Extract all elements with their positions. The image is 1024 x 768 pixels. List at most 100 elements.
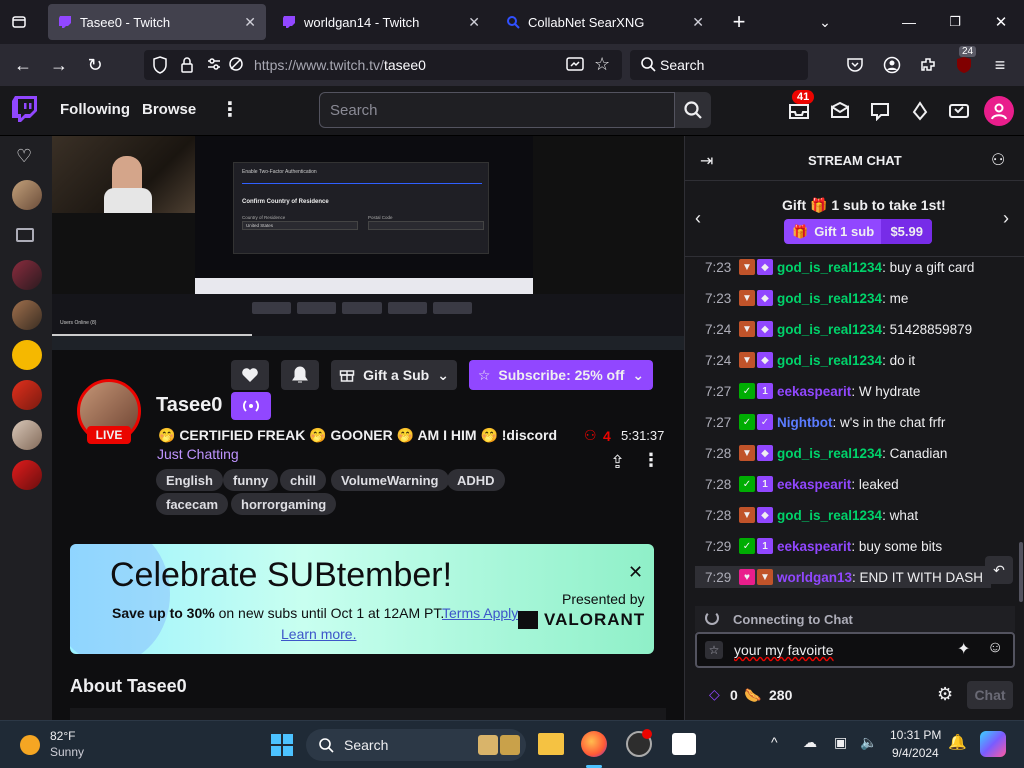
chat-message[interactable]: 7:24 ▼ ◆ god_is_real1234: do it: [705, 349, 915, 371]
channel-avatar[interactable]: [12, 180, 42, 210]
partner-badge-button[interactable]: [231, 392, 271, 420]
browser-search-box[interactable]: Search: [630, 50, 808, 80]
mail-icon[interactable]: [830, 101, 850, 126]
sun-weather-icon[interactable]: [20, 735, 40, 755]
terms-link[interactable]: Terms Apply.: [442, 605, 521, 621]
close-tab-icon[interactable]: ✕: [468, 14, 480, 31]
windows-start-icon[interactable]: [270, 733, 294, 757]
tab-worldgan14[interactable]: worldgan14 - Twitch ✕: [272, 4, 490, 40]
windows-search-box[interactable]: Search: [306, 729, 526, 761]
chat-username[interactable]: eekaspearit: [777, 477, 851, 492]
chat-username[interactable]: eekaspearit: [777, 539, 851, 554]
copilot-icon[interactable]: [980, 731, 1006, 757]
follow-heart-button[interactable]: [231, 360, 269, 390]
weather-desc[interactable]: Sunny: [50, 745, 84, 759]
tag[interactable]: horrorgaming: [231, 493, 337, 515]
category-link[interactable]: Just Chatting: [157, 446, 239, 462]
tracking-blocked-icon[interactable]: [228, 56, 244, 77]
send-chat-button[interactable]: Chat: [967, 681, 1013, 709]
close-tab-icon[interactable]: ✕: [244, 14, 256, 31]
permissions-icon[interactable]: [206, 56, 222, 77]
gift-one-sub-button[interactable]: 🎁 Gift 1 sub $5.99: [784, 219, 932, 244]
chat-input[interactable]: ☆ your my favoirte ✦ ☺: [695, 632, 1015, 668]
collapse-chat-icon[interactable]: ⇥: [700, 151, 713, 171]
share-icon[interactable]: ⇪: [610, 452, 625, 473]
channel-points-star-icon[interactable]: ☆: [705, 641, 723, 659]
reply-icon[interactable]: ↶: [985, 556, 1013, 584]
channel-avatar[interactable]: [12, 420, 42, 450]
channel-avatar[interactable]: [12, 260, 42, 290]
chat-message[interactable]: 7:23 ▼ ◆ god_is_real1234: me: [705, 287, 908, 309]
chevron-right-icon[interactable]: ›: [1003, 208, 1009, 229]
tab-tasee0[interactable]: Tasee0 - Twitch ✕: [48, 4, 266, 40]
browse-link[interactable]: Browse: [142, 101, 196, 118]
prime-crown-icon[interactable]: [948, 101, 970, 126]
tag[interactable]: facecam: [156, 493, 229, 515]
more-menu-icon[interactable]: ⋮: [220, 97, 240, 122]
url-bar[interactable]: https://www.twitch.tv/tasee0 ☆: [144, 50, 622, 80]
reload-icon[interactable]: ↻: [82, 52, 108, 78]
file-explorer-icon[interactable]: [538, 733, 564, 755]
channel-avatar[interactable]: [12, 340, 42, 370]
channel-avatar[interactable]: [12, 380, 42, 410]
firefox-icon[interactable]: [581, 731, 607, 757]
close-window-icon[interactable]: ✕: [988, 9, 1014, 35]
chat-username[interactable]: god_is_real1234: [777, 291, 882, 306]
chat-message[interactable]: 7:23 ▼ ◆ god_is_real1234: buy a gift card: [705, 256, 974, 278]
chat-message[interactable]: 7:28 ▼ ◆ god_is_real1234: what: [705, 504, 918, 526]
chat-message[interactable]: 7:28 ✓ 1 eekaspearit: leaked: [705, 473, 899, 495]
volume-icon[interactable]: 🔈: [860, 734, 877, 751]
user-avatar[interactable]: [984, 96, 1014, 126]
ublock-extension-icon[interactable]: 24: [951, 46, 977, 78]
channel-avatar[interactable]: [12, 300, 42, 330]
chat-message[interactable]: 7:29 ♥ ▼ worldgan13: END IT WITH DASH: [695, 566, 991, 588]
chat-username[interactable]: Nightbot: [777, 415, 832, 430]
tag[interactable]: ADHD: [447, 469, 505, 491]
whispers-icon[interactable]: [870, 101, 890, 126]
party-icon[interactable]: ✦: [957, 639, 970, 659]
tab-list-icon[interactable]: [6, 9, 32, 35]
chat-message[interactable]: 7:29 ✓ 1 eekaspearit: buy some bits: [705, 535, 942, 557]
channel-name[interactable]: Tasee0: [156, 394, 222, 417]
video-camera-icon[interactable]: [16, 228, 34, 242]
tag[interactable]: funny: [223, 469, 279, 491]
chat-message[interactable]: 7:24 ▼ ◆ god_is_real1234: 51428859879: [705, 318, 972, 340]
extensions-icon[interactable]: [915, 52, 941, 78]
hamburger-menu-icon[interactable]: ≡: [987, 52, 1013, 78]
tab-overflow-chevron-icon[interactable]: ⌄: [812, 9, 838, 35]
chat-username[interactable]: god_is_real1234: [777, 260, 882, 275]
channel-points-icon[interactable]: 🌭: [744, 687, 761, 704]
shield-icon[interactable]: [152, 56, 168, 79]
account-icon[interactable]: [879, 52, 905, 78]
weather-temp[interactable]: 82°F: [50, 729, 75, 743]
chat-username[interactable]: god_is_real1234: [777, 353, 882, 368]
tab-searxng[interactable]: CollabNet SearXNG ✕: [496, 4, 714, 40]
more-options-icon[interactable]: ⋮: [642, 450, 660, 471]
screenshot-icon[interactable]: [566, 56, 584, 77]
bits-icon[interactable]: ◇: [709, 686, 720, 703]
restore-icon[interactable]: ❐: [942, 9, 968, 35]
emote-picker-icon[interactable]: ☺: [987, 639, 1003, 657]
twitch-logo-icon[interactable]: [12, 96, 38, 129]
chat-scrollbar[interactable]: [1019, 542, 1023, 602]
twitch-search-input[interactable]: Search: [319, 92, 675, 128]
chat-message[interactable]: 7:28 ▼ ◆ god_is_real1234: Canadian: [705, 442, 947, 464]
chevron-left-icon[interactable]: ‹: [695, 208, 701, 229]
chat-settings-gear-icon[interactable]: ⚙: [937, 684, 953, 705]
forward-icon[interactable]: →: [46, 52, 72, 78]
bookmark-star-icon[interactable]: ☆: [594, 54, 610, 75]
tray-cloud-icon[interactable]: ☁: [803, 734, 817, 751]
subscribe-button[interactable]: ☆ Subscribe: 25% off ⌄: [469, 360, 653, 390]
bits-icon[interactable]: [910, 101, 930, 126]
tray-chevron-up-icon[interactable]: ^: [771, 734, 778, 750]
chat-username[interactable]: worldgan13: [777, 570, 852, 585]
learn-more-link[interactable]: Learn more.: [281, 626, 356, 642]
inbox-icon[interactable]: 41: [788, 90, 815, 126]
clock-time[interactable]: 10:31 PM: [890, 728, 941, 742]
capcut-icon[interactable]: [672, 733, 696, 755]
gift-a-sub-button[interactable]: Gift a Sub ⌄: [331, 360, 457, 390]
lock-icon[interactable]: [180, 56, 194, 79]
pocket-icon[interactable]: [842, 52, 868, 78]
heart-icon[interactable]: ♡: [16, 146, 32, 167]
notification-bell-icon[interactable]: 🔔: [948, 733, 967, 751]
